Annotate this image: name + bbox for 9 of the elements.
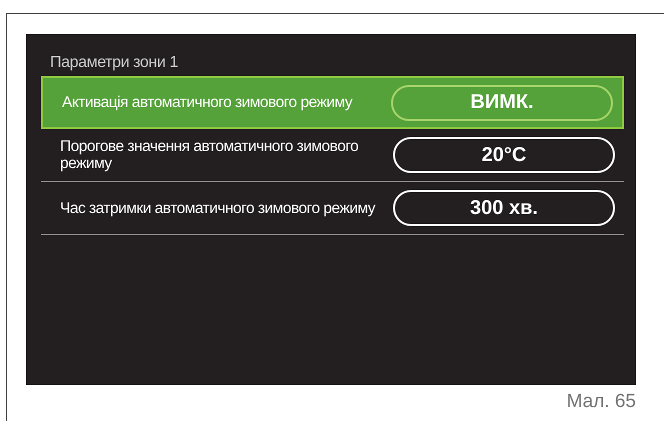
settings-row[interactable]: Порогове значення автоматичного зимового режиму 20°C [41,129,624,182]
settings-row[interactable]: Час затримки автоматичного зимового режиму 300 хв. [41,182,624,235]
setting-label: Порогове значення автоматичного зимового режиму [60,138,360,172]
value-button[interactable]: 20°C [393,137,615,173]
figure-caption: Мал. 65 [566,391,636,413]
value-button[interactable]: 300 хв. [393,190,615,226]
screen-title: Параметри зони 1 [49,54,179,72]
setting-label: Час затримки автоматичного зимового режиму [60,200,376,216]
setting-label: Активація автоматичного зимового режиму [62,94,354,111]
